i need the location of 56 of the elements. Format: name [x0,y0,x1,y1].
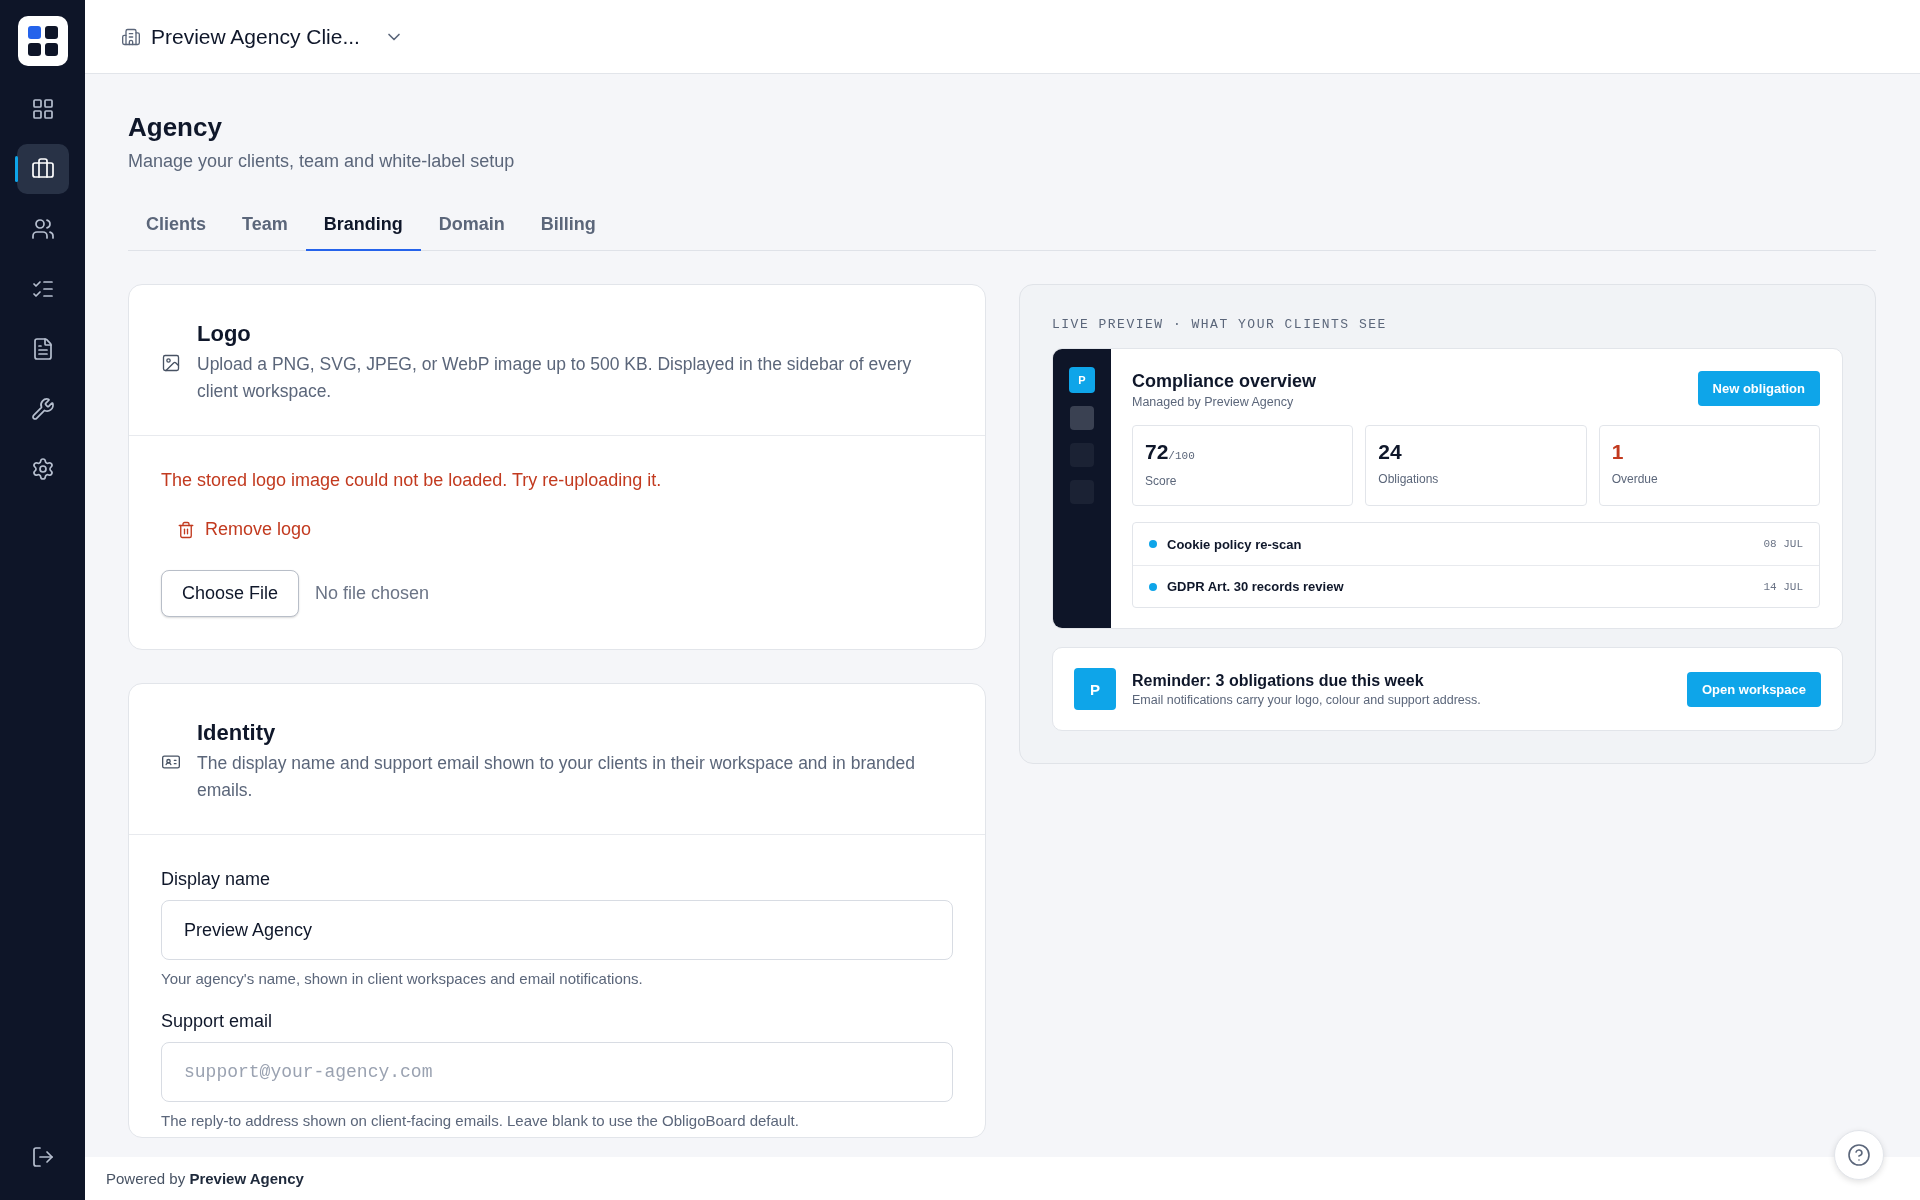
open-workspace-button[interactable]: Open workspace [1686,671,1821,707]
stat-label: Overdue [1611,472,1659,486]
settings-icon [30,457,55,481]
task-date: 08 JUL [1763,538,1803,550]
input-field[interactable]: support@your-agency.com [161,1042,953,1102]
app-logo [17,16,68,66]
stat-label: Score [1145,474,1178,488]
stat-value: 24 [1378,440,1402,464]
error-message: The stored logo image could not be loaded. Try re-uploading it. [161,470,663,491]
field-hint: Your agency's name, shown in client workspaces and email notifications. [161,970,644,987]
file-status: No file chosen [315,583,430,604]
help-button[interactable] [1834,1130,1884,1180]
email-text: Email notifications carry your logo, colour and support address. [1132,692,1482,707]
workspace-name[interactable]: Preview Agency Clie... [151,24,360,49]
email-title: Reminder: 3 obligations due this week [1132,671,1425,690]
card-description: The display name and support email shown to your clients in their workspace and in branded emails. [197,752,916,802]
card-title: Logo [197,321,252,347]
preview-label: LIVE PREVIEW · WHAT YOUR CLIENTS SEE [1052,317,1388,332]
task-date: 14 JUL [1763,580,1803,593]
choose-file-button[interactable]: Choose File [161,570,300,617]
page-subtitle: Manage your clients, team and white-label setup [128,151,516,172]
sidebar-item[interactable] [16,144,69,194]
trash-icon [177,520,195,539]
preview-subtitle: Managed by Preview Agency [1132,395,1295,409]
logout-icon [30,1145,55,1169]
input-field[interactable]: Preview Agency [161,900,953,960]
field-hint: The reply-to address shown on client-facing emails. Leave blank to use the ObligoBoard default. [161,1112,800,1129]
task-title: GDPR Art. 30 records review [1167,579,1345,594]
logo-badge: P [1069,367,1095,393]
wrench-icon [30,397,55,421]
logo-badge: P [1074,668,1116,710]
footer-text: Powered by Preview Agency [106,1170,304,1187]
preview-title: Compliance overview [1132,371,1317,392]
stat-suffix: /100 [1168,450,1195,462]
field-label: Support email [161,1011,274,1032]
page-title: Agency [128,112,223,143]
remove-logo-button[interactable]: Remove logo [177,515,312,544]
users-icon [30,217,55,241]
stat-value: 1 [1611,440,1624,464]
tab[interactable]: Clients [128,202,224,251]
stat-value: 72 [1145,440,1169,464]
task-title: Cookie policy re-scan [1167,536,1303,552]
field-label: Display name [161,869,272,890]
new-obligation-button[interactable]: New obligation [1697,371,1820,406]
tab[interactable]: Domain [420,202,523,251]
help-icon [1847,1143,1871,1167]
image-icon [161,353,181,373]
tab[interactable]: Branding [305,202,421,251]
briefcase-icon [30,157,55,181]
building-icon [121,26,141,47]
tab[interactable]: Team [224,202,306,251]
card-description: Upload a PNG, SVG, JPEG, or WebP image up to 500 KB. Displayed in the sidebar of every client workspace. [197,353,913,403]
stat-label: Obligations [1378,472,1440,486]
grid-icon [30,97,55,121]
tab[interactable]: Billing [522,202,614,251]
card-title: Identity [197,720,277,746]
